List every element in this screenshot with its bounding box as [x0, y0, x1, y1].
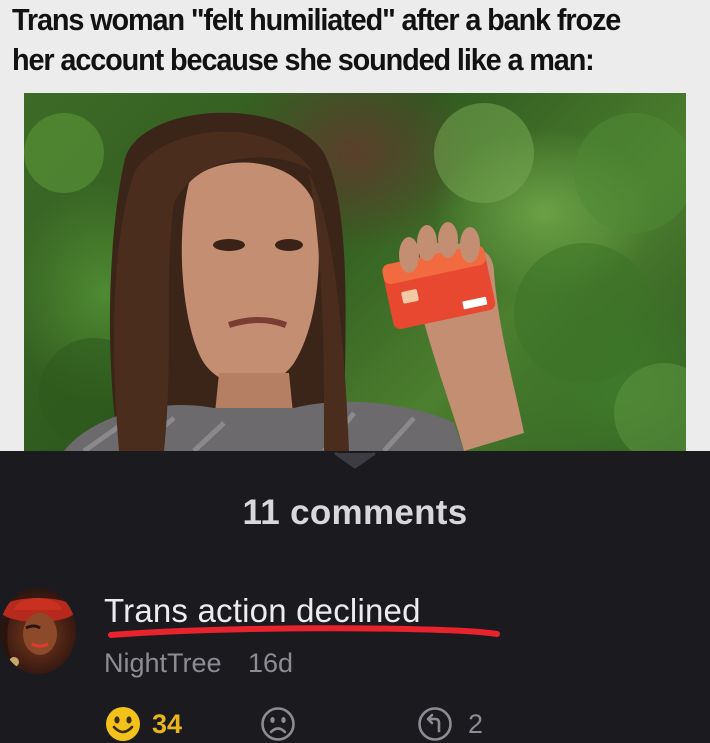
smile-icon[interactable]: [105, 706, 141, 742]
comment-count: 11 comments: [242, 493, 468, 532]
comment-age: 16d: [248, 648, 294, 678]
chevron-down-icon[interactable]: [333, 451, 377, 469]
red-underline-annotation: [108, 625, 500, 638]
avatar-illustration: [0, 598, 76, 674]
photo-illustration: [24, 103, 686, 451]
frown-icon[interactable]: [260, 706, 296, 742]
like-count: 34: [152, 709, 183, 739]
meme-post: Trans woman "felt humiliated" after a ba…: [0, 0, 710, 451]
news-photo[interactable]: [24, 93, 686, 451]
comment-author[interactable]: NightTree: [104, 648, 222, 679]
comments-section: 11 comments Trans action declined NightT…: [0, 451, 710, 743]
reply-count: 2: [468, 709, 484, 739]
reply-icon[interactable]: [417, 706, 453, 742]
meme-headline: Trans woman "felt humiliated" after a ba…: [12, 2, 621, 77]
avatar[interactable]: [0, 588, 76, 674]
comment-actions: 34 2: [0, 703, 710, 743]
